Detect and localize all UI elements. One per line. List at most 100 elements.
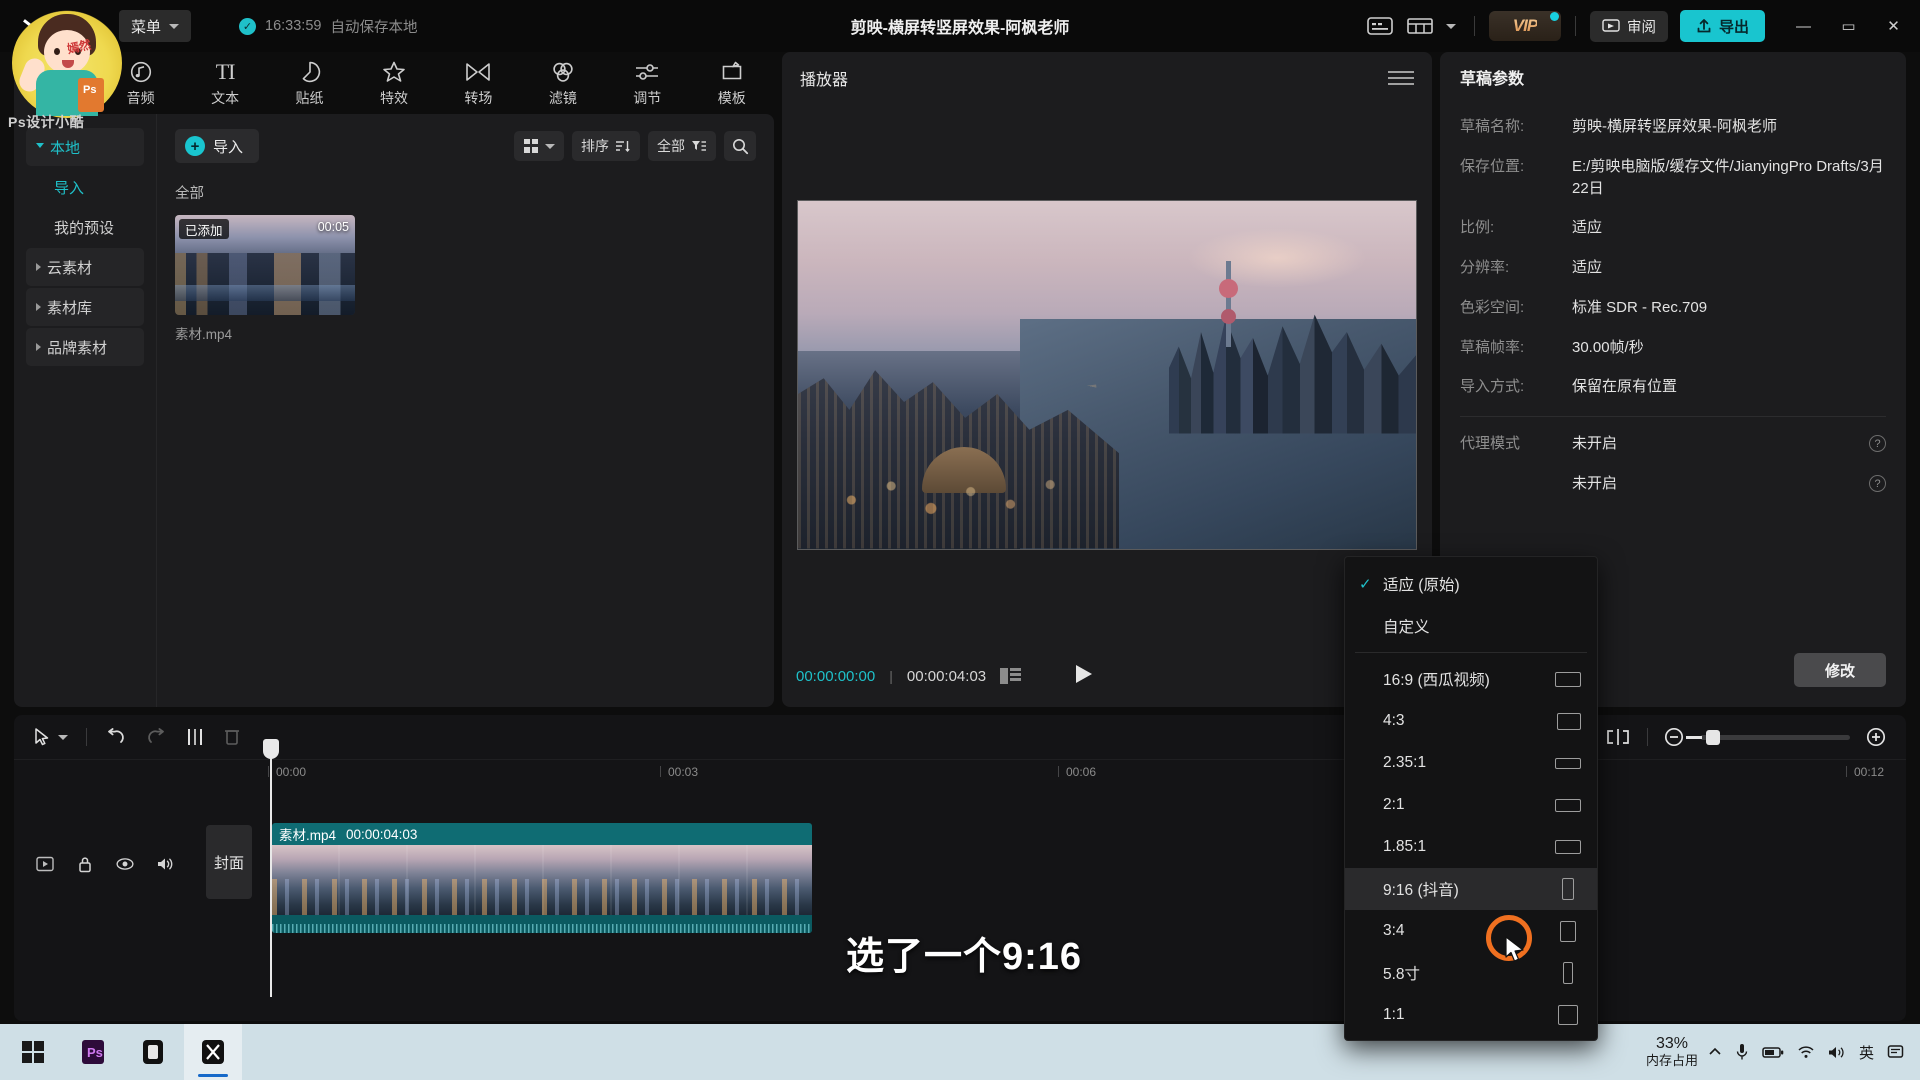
jianying-icon[interactable] [184,1024,242,1080]
zoom-slider-handle[interactable] [1706,729,1720,745]
review-button[interactable]: 审阅 [1589,10,1668,42]
modify-button[interactable]: 修改 [1794,653,1886,687]
dropdown-item-1-1[interactable]: 1:1 [1345,994,1597,1036]
undo-icon[interactable] [105,728,127,746]
timeline-tracks: 封面 素材.mp4 00:00:04:03 [14,739,1906,1019]
dropdown-item-4-3[interactable]: 4:3 [1345,700,1597,742]
fit-timeline-icon[interactable] [1605,728,1631,746]
photoshop-icon[interactable]: Ps [64,1024,122,1080]
dropdown-item-fit-original[interactable]: ✓ 适应 (原始) [1345,563,1597,605]
view-mode-button[interactable] [514,131,564,161]
zoom-slider[interactable] [1686,729,1850,745]
zoom-in-icon[interactable] [1866,727,1886,747]
play-button[interactable] [1072,663,1094,690]
layout-icon[interactable] [1402,10,1438,42]
timeline-ruler[interactable]: 00:00 00:03 00:06 00:09 00:12 [14,759,1906,787]
nav-tab-label: 滤镜 [548,89,577,106]
nav-tab-template[interactable]: 模板 [690,52,774,114]
sidebar-item-asset-library[interactable]: 素材库 [26,288,144,326]
delete-icon[interactable] [223,727,241,747]
player-panel: 播放器 00:00:00:00 | 00:00:04:03 [782,52,1432,707]
dropdown-item-1-85-1[interactable]: 1.85:1 [1345,826,1597,868]
dropdown-item-2-35-1[interactable]: 2.35:1 [1345,742,1597,784]
layout-chevron-icon[interactable] [1442,10,1460,42]
maximize-button[interactable]: ▭ [1826,0,1871,52]
chevron-up-icon[interactable] [1708,1046,1722,1058]
thumbnail-river [175,285,355,301]
dropdown-item-3-4[interactable]: 3:4 [1345,910,1597,952]
memory-label: 内存占用 [1645,1052,1698,1068]
sidebar-item-local[interactable]: 本地 [26,128,144,166]
import-label: 导入 [213,138,244,156]
export-button[interactable]: 导出 [1679,10,1765,42]
help-icon[interactable]: ? [1869,475,1886,493]
nav-tab-label: 音频 [126,89,155,106]
menu-button[interactable]: 菜单 [119,10,192,42]
nav-tab-adjust[interactable]: 调节 [605,52,689,114]
sidebar-item-import[interactable]: 导入 [26,168,144,206]
dropdown-item-label: 2.35:1 [1383,754,1427,771]
nav-tab-effects[interactable]: 特效 [352,52,436,114]
sort-label: 排序 [581,138,609,154]
split-icon[interactable] [185,727,205,747]
cover-button[interactable]: 封面 [206,825,252,899]
import-button[interactable]: + 导入 [175,129,260,163]
nav-tab-audio[interactable]: 音频 [98,52,182,114]
eye-icon[interactable] [116,855,134,873]
track-toggle-icon[interactable] [36,855,54,873]
media-item[interactable]: 已添加 00:05 素材.mp4 [175,215,355,343]
caption-icon[interactable] [1362,10,1398,42]
playhead-handle[interactable] [263,739,279,759]
battery-icon[interactable] [1762,1045,1784,1059]
taskbar-apps: Ps [0,1024,242,1080]
ratio-shape-9x16 [1562,878,1574,900]
sidebar-item-brand-assets[interactable]: 品牌素材 [26,328,144,366]
sidebar-item-cloud-assets[interactable]: 云素材 [26,248,144,286]
redo-icon[interactable] [145,728,167,746]
dropdown-item-16-9[interactable]: 16:9 (西瓜视频) [1345,658,1597,700]
volume-icon[interactable] [1828,1045,1846,1060]
minimize-button[interactable]: — [1781,0,1826,52]
mic-icon[interactable] [1735,1043,1749,1061]
volume-icon[interactable] [156,855,174,873]
media-item-name: 素材.mp4 [175,327,233,342]
nav-tab-media[interactable]: 媒体 [14,52,99,114]
playhead[interactable] [263,739,279,997]
nav-tab-text[interactable]: TI 文本 [183,52,267,114]
media-toolbar-right: 排序 全部 [514,131,756,161]
dropdown-item-5-8-inch[interactable]: 5.8寸 [1345,952,1597,994]
nav-tab-sticker[interactable]: 贴纸 [267,52,351,114]
media-thumbnail[interactable]: 已添加 00:05 [175,215,355,315]
zoom-out-icon[interactable] [1664,727,1684,747]
video-preview[interactable] [797,199,1417,550]
sidebar-item-label: 云素材 [47,259,93,277]
lock-icon[interactable] [76,855,94,873]
sidebar-item-label: 品牌素材 [47,339,108,357]
notification-icon[interactable] [1887,1044,1904,1060]
search-button[interactable] [724,131,756,161]
nav-tab-filter[interactable]: 滤镜 [521,52,605,114]
app-icon[interactable] [124,1024,182,1080]
close-button[interactable]: ✕ [1871,0,1916,52]
help-icon[interactable]: ? [1869,435,1886,453]
start-icon[interactable] [4,1024,62,1080]
clip-duration: 00:00:04:03 [346,826,418,842]
timeline-clip[interactable]: 素材.mp4 00:00:04:03 [272,823,812,933]
vip-button[interactable]: VIP [1488,11,1561,41]
check-icon: ✓ [1359,576,1372,593]
filter-button[interactable]: 全部 [648,131,716,161]
pointer-icon[interactable] [34,728,50,746]
chevron-down-icon[interactable] [58,734,68,740]
sort-button[interactable]: 排序 [572,131,640,161]
dropdown-item-2-1[interactable]: 2:1 [1345,784,1597,826]
ime-language-indicator[interactable]: 英 [1859,1042,1874,1063]
video-lights [822,457,1107,528]
frame-list-icon[interactable] [1000,667,1022,685]
hamburger-icon[interactable] [1388,71,1414,85]
dropdown-item-9-16[interactable]: 9:16 (抖音) [1345,868,1597,910]
sidebar-item-my-presets[interactable]: 我的预设 [26,208,144,246]
player-header: 播放器 [782,52,1432,104]
nav-tab-transition[interactable]: 转场 [436,52,520,114]
dropdown-item-custom[interactable]: 自定义 [1345,605,1597,647]
wifi-icon[interactable] [1797,1045,1815,1059]
